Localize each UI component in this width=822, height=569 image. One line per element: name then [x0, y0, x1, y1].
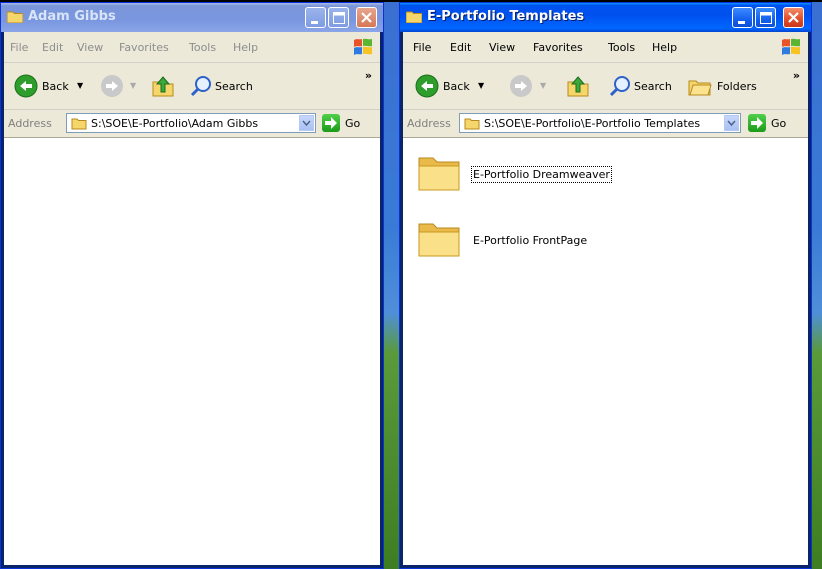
close-button[interactable] [356, 7, 377, 28]
close-icon [361, 12, 372, 23]
window-title: E-Portfolio Templates [427, 9, 585, 24]
folder-item-dreamweaver[interactable]: E-Portfolio Dreamweaver [417, 152, 637, 196]
windows-logo-icon [354, 38, 372, 55]
address-label: Address [407, 117, 451, 130]
folders-button-label[interactable]: Folders [717, 80, 757, 93]
back-button-label[interactable]: Back [42, 80, 69, 93]
address-dropdown-button[interactable] [724, 115, 739, 131]
back-button-label[interactable]: Back [443, 80, 470, 93]
standard-toolbar: Back ▼ ▼ Search Folders » [403, 63, 808, 110]
folder-icon [71, 118, 87, 130]
go-arrow-icon [325, 117, 337, 129]
title-bar[interactable]: E-Portfolio Templates [400, 3, 811, 32]
folder-item-label: E-Portfolio FrontPage [473, 234, 588, 247]
folder-content-area[interactable]: E-Portfolio Dreamweaver E-Portfolio Fron… [403, 138, 808, 565]
menu-help[interactable]: Help [233, 41, 258, 54]
window-title: Adam Gibbs [28, 9, 116, 24]
close-button[interactable] [783, 7, 804, 28]
address-path: S:\SOE\E-Portfolio\Adam Gibbs [91, 117, 259, 130]
toolbar-chevron-icon[interactable]: » [793, 69, 800, 82]
forward-arrow-icon[interactable] [509, 74, 533, 98]
up-folder-icon[interactable] [151, 74, 175, 98]
menu-favorites[interactable]: Favorites [533, 41, 583, 54]
back-dropdown-icon[interactable]: ▼ [478, 81, 484, 90]
menu-bar: File Edit View Favorites Tools Help [4, 32, 380, 63]
maximize-button[interactable] [328, 7, 349, 28]
menu-file[interactable]: File [413, 41, 431, 54]
go-arrow-icon [751, 117, 763, 129]
go-label[interactable]: Go [771, 117, 786, 130]
folder-item-label: E-Portfolio Dreamweaver [471, 166, 612, 183]
search-button-label[interactable]: Search [634, 80, 672, 93]
menu-tools[interactable]: Tools [189, 41, 216, 54]
windows-logo-icon [782, 38, 800, 55]
search-button-label[interactable]: Search [215, 80, 253, 93]
standard-toolbar: Back ▼ ▼ Search » [4, 63, 380, 110]
address-label: Address [8, 117, 52, 130]
minimize-button[interactable] [732, 7, 753, 28]
back-arrow-icon[interactable] [14, 74, 38, 98]
folder-icon [7, 11, 23, 23]
menu-view[interactable]: View [77, 41, 103, 54]
menu-tools[interactable]: Tools [608, 41, 635, 54]
menu-help[interactable]: Help [652, 41, 677, 54]
menu-favorites[interactable]: Favorites [119, 41, 169, 54]
forward-dropdown-icon[interactable]: ▼ [540, 81, 546, 90]
minimize-button[interactable] [305, 7, 326, 28]
maximize-icon [333, 12, 345, 24]
address-bar: Address S:\SOE\E-Portfolio\E-Portfolio T… [403, 110, 808, 138]
chevron-down-icon [302, 120, 311, 127]
address-bar: Address S:\SOE\E-Portfolio\Adam Gibbs Go [4, 110, 380, 138]
back-arrow-icon[interactable] [415, 74, 439, 98]
go-button[interactable] [322, 114, 340, 132]
close-icon [788, 12, 799, 23]
maximize-icon [760, 12, 772, 24]
up-folder-icon[interactable] [566, 74, 590, 98]
explorer-window-e-portfolio-templates[interactable]: E-Portfolio Templates File Edit View Fav… [399, 2, 812, 569]
minimize-icon [738, 21, 745, 24]
search-magnifier-icon[interactable] [189, 74, 213, 98]
maximize-button[interactable] [755, 7, 776, 28]
folders-icon[interactable] [687, 74, 713, 98]
minimize-icon [311, 21, 318, 24]
search-magnifier-icon[interactable] [608, 74, 632, 98]
folder-icon [406, 11, 422, 23]
go-label[interactable]: Go [345, 117, 360, 130]
address-path: S:\SOE\E-Portfolio\E-Portfolio Templates [484, 117, 701, 130]
folder-item-frontpage[interactable]: E-Portfolio FrontPage [417, 218, 637, 262]
folder-icon [418, 223, 460, 257]
forward-dropdown-icon[interactable]: ▼ [130, 81, 136, 90]
toolbar-chevron-icon[interactable]: » [365, 69, 372, 82]
chevron-down-icon [727, 120, 736, 127]
menu-view[interactable]: View [489, 41, 515, 54]
folder-icon [418, 157, 460, 191]
folder-content-area[interactable] [4, 138, 380, 565]
menu-edit[interactable]: Edit [42, 41, 63, 54]
folder-icon [464, 118, 480, 130]
explorer-window-adam-gibbs[interactable]: Adam Gibbs File Edit View Favorites Tool… [0, 2, 384, 569]
menu-file[interactable]: File [10, 41, 28, 54]
menu-bar: File Edit View Favorites Tools Help [403, 32, 808, 63]
address-input[interactable]: S:\SOE\E-Portfolio\E-Portfolio Templates [459, 113, 741, 133]
go-button[interactable] [748, 114, 766, 132]
back-dropdown-icon[interactable]: ▼ [77, 81, 83, 90]
address-input[interactable]: S:\SOE\E-Portfolio\Adam Gibbs [66, 113, 316, 133]
forward-arrow-icon[interactable] [100, 74, 124, 98]
menu-edit[interactable]: Edit [450, 41, 471, 54]
address-dropdown-button[interactable] [299, 115, 314, 131]
title-bar[interactable]: Adam Gibbs [1, 3, 383, 32]
